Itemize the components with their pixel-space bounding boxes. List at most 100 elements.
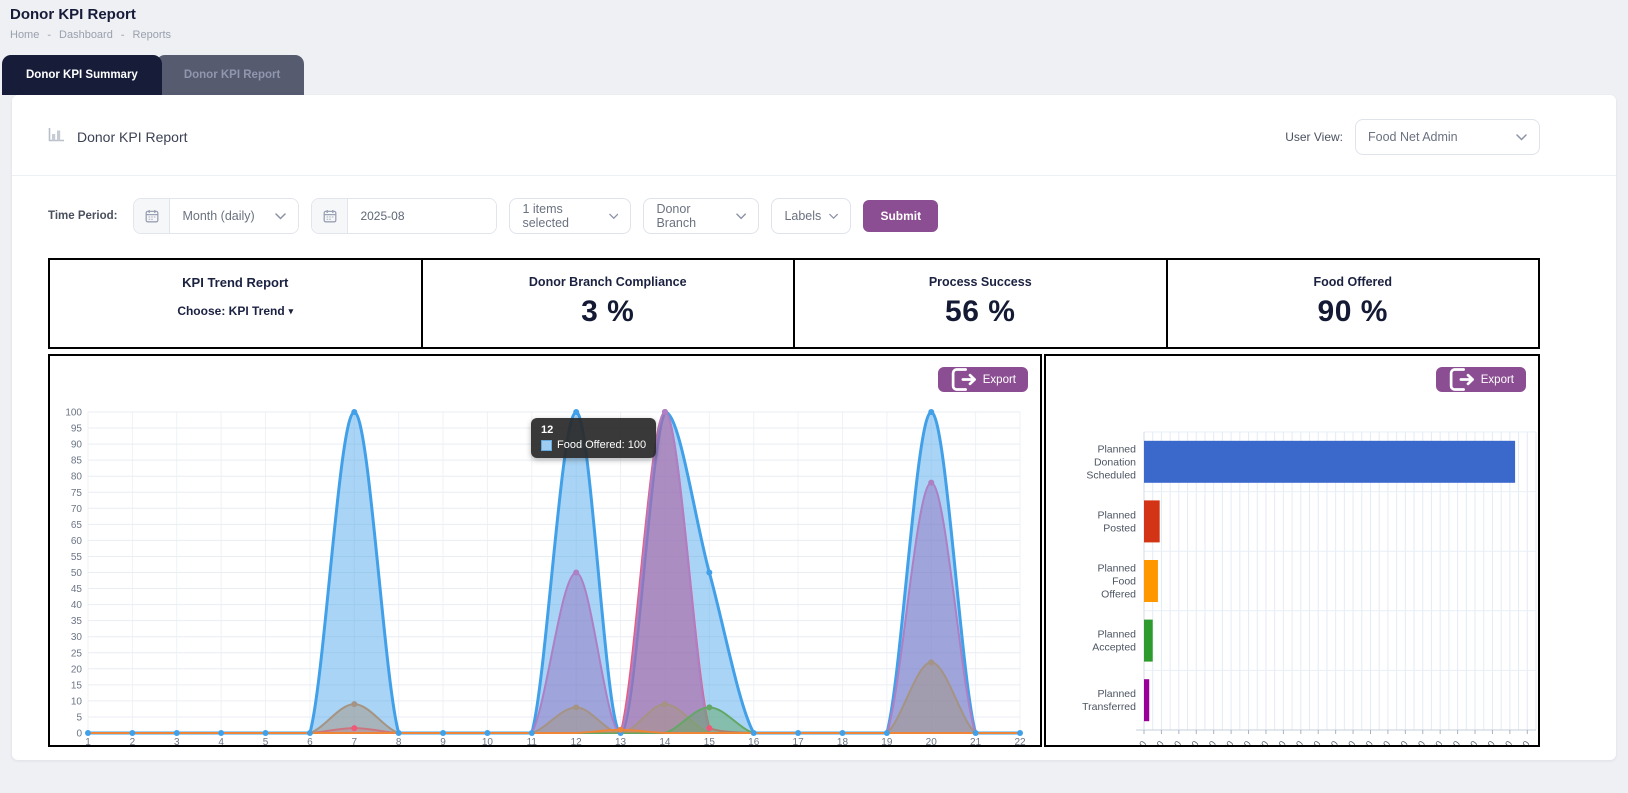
user-view-select[interactable]: Food Net Admin bbox=[1355, 119, 1540, 155]
svg-text:14: 14 bbox=[659, 737, 671, 745]
user-view-label: User View: bbox=[1285, 130, 1343, 144]
svg-text:70: 70 bbox=[71, 504, 83, 515]
submit-button[interactable]: Submit bbox=[863, 200, 938, 232]
export-button-right[interactable]: Export bbox=[1436, 367, 1526, 392]
svg-text:18: 18 bbox=[837, 737, 849, 745]
svg-text:10: 10 bbox=[482, 737, 494, 745]
svg-text:170: 170 bbox=[1427, 739, 1445, 745]
kpi-card-value: 3 % bbox=[423, 295, 794, 329]
svg-text:55: 55 bbox=[71, 552, 83, 563]
svg-text:100: 100 bbox=[65, 408, 82, 419]
svg-text:50: 50 bbox=[1221, 739, 1236, 745]
kpi-trend-dropdown[interactable]: Choose: KPI Trend ▾ bbox=[177, 304, 293, 318]
svg-text:90: 90 bbox=[1291, 739, 1306, 745]
svg-text:80: 80 bbox=[1274, 739, 1289, 745]
breadcrumb-reports[interactable]: Reports bbox=[133, 29, 172, 41]
svg-text:PlannedDonationScheduled: PlannedDonationScheduled bbox=[1086, 443, 1136, 481]
tab-bar: Donor KPI Summary Donor KPI Report bbox=[2, 55, 1628, 95]
svg-text:150: 150 bbox=[1392, 739, 1410, 745]
labels-value: Labels bbox=[784, 209, 821, 223]
kpi-trend-choose-label: Choose: KPI Trend bbox=[177, 304, 284, 318]
export-label: Export bbox=[983, 374, 1016, 386]
export-button-left[interactable]: Export bbox=[938, 367, 1028, 392]
charts-row: Export 051015202530354045505560657075808… bbox=[48, 354, 1540, 747]
svg-text:10: 10 bbox=[71, 696, 83, 707]
bar-chart-icon bbox=[48, 127, 65, 147]
svg-text:100: 100 bbox=[1305, 739, 1323, 745]
svg-text:13: 13 bbox=[615, 737, 627, 745]
report-card: Donor KPI Report User View: Food Net Adm… bbox=[12, 95, 1616, 760]
chevron-down-icon bbox=[609, 213, 619, 220]
svg-text:PlannedFoodOffered: PlannedFoodOffered bbox=[1097, 563, 1136, 601]
svg-text:20: 20 bbox=[1169, 739, 1184, 745]
svg-text:45: 45 bbox=[71, 584, 83, 595]
svg-text:22: 22 bbox=[1014, 737, 1026, 745]
export-icon bbox=[950, 367, 977, 392]
svg-text:210: 210 bbox=[1497, 739, 1515, 745]
items-selected-select[interactable]: 1 items selected bbox=[509, 198, 631, 234]
breadcrumb-separator: - bbox=[121, 29, 125, 41]
month-input[interactable] bbox=[348, 199, 496, 233]
donor-branch-select[interactable]: Donor Branch bbox=[643, 198, 759, 234]
svg-text:65: 65 bbox=[71, 520, 83, 531]
chevron-down-icon bbox=[829, 213, 838, 220]
svg-text:160: 160 bbox=[1410, 739, 1428, 745]
kpi-card-title: Donor Branch Compliance bbox=[423, 275, 794, 289]
tooltip-title: 12 bbox=[541, 424, 646, 436]
breadcrumb-dashboard[interactable]: Dashboard bbox=[59, 29, 113, 41]
bar-chart-canvas[interactable]: PlannedDonationScheduledPlannedPostedPla… bbox=[1046, 356, 1538, 745]
calendar-icon bbox=[312, 199, 348, 233]
granularity-value: Month (daily) bbox=[182, 209, 254, 223]
svg-text:110: 110 bbox=[1323, 739, 1341, 745]
svg-text:50: 50 bbox=[71, 568, 83, 579]
breadcrumb-separator: - bbox=[47, 29, 51, 41]
filter-row: Time Period: Month (daily) 1 items selec… bbox=[48, 198, 1540, 234]
svg-text:180: 180 bbox=[1445, 739, 1463, 745]
svg-text:19: 19 bbox=[881, 737, 893, 745]
chevron-down-icon bbox=[1516, 134, 1527, 141]
kpi-trend-chart: Export 051015202530354045505560657075808… bbox=[48, 354, 1042, 747]
svg-text:15: 15 bbox=[71, 680, 83, 691]
svg-text:90: 90 bbox=[71, 440, 83, 451]
svg-text:95: 95 bbox=[71, 424, 83, 435]
area-chart-canvas[interactable]: 0510152025303540455055606570758085909510… bbox=[50, 356, 1040, 745]
svg-text:5: 5 bbox=[263, 737, 269, 745]
svg-text:200: 200 bbox=[1479, 739, 1497, 745]
kpi-card-value: 56 % bbox=[795, 295, 1166, 329]
page-title: Donor KPI Report bbox=[10, 6, 1614, 23]
tooltip-label: Food Offered: 100 bbox=[557, 439, 646, 451]
calendar-icon bbox=[134, 199, 170, 233]
breadcrumb-home[interactable]: Home bbox=[10, 29, 39, 41]
svg-text:10: 10 bbox=[1152, 739, 1167, 745]
tab-donor-kpi-report[interactable]: Donor KPI Report bbox=[156, 55, 304, 95]
svg-text:70: 70 bbox=[1256, 739, 1271, 745]
donor-branch-value: Donor Branch bbox=[656, 202, 728, 230]
svg-text:8: 8 bbox=[396, 737, 402, 745]
granularity-select[interactable]: Month (daily) bbox=[170, 199, 298, 233]
svg-text:11: 11 bbox=[527, 737, 538, 745]
labels-select[interactable]: Labels bbox=[771, 198, 851, 234]
kpi-card-process-success: Process Success 56 % bbox=[795, 260, 1168, 347]
export-label: Export bbox=[1481, 374, 1514, 386]
svg-text:20: 20 bbox=[71, 664, 83, 675]
divider bbox=[12, 175, 1616, 176]
svg-text:17: 17 bbox=[793, 737, 805, 745]
export-icon bbox=[1448, 367, 1475, 392]
kpi-card-food-offered: Food Offered 90 % bbox=[1168, 260, 1539, 347]
tab-donor-kpi-summary[interactable]: Donor KPI Summary bbox=[2, 55, 162, 95]
svg-text:190: 190 bbox=[1462, 739, 1480, 745]
svg-text:30: 30 bbox=[71, 632, 83, 643]
svg-text:20: 20 bbox=[926, 737, 938, 745]
svg-text:PlannedAccepted: PlannedAccepted bbox=[1092, 629, 1136, 654]
kpi-card-title: Food Offered bbox=[1168, 275, 1539, 289]
svg-text:40: 40 bbox=[1204, 739, 1219, 745]
svg-text:PlannedTransferred: PlannedTransferred bbox=[1082, 688, 1136, 713]
month-group bbox=[311, 198, 497, 234]
svg-text:3: 3 bbox=[174, 737, 180, 745]
svg-text:12: 12 bbox=[571, 737, 583, 745]
user-view-value: Food Net Admin bbox=[1368, 130, 1458, 144]
caret-down-icon: ▾ bbox=[289, 306, 294, 317]
svg-text:7: 7 bbox=[352, 737, 358, 745]
breadcrumb: Home - Dashboard - Reports bbox=[10, 29, 1614, 41]
svg-text:120: 120 bbox=[1340, 739, 1358, 745]
